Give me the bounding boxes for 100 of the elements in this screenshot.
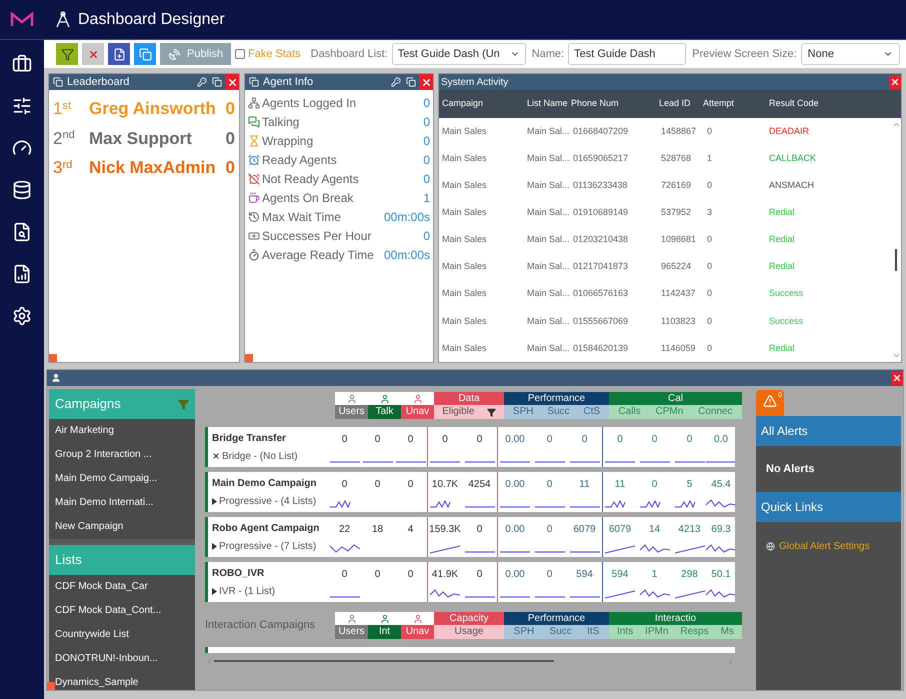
stat-value: 0 [423,114,430,130]
duplicate-icon[interactable] [406,77,416,87]
logo-icon [10,12,34,28]
checkbox[interactable] [235,49,246,59]
key-icon[interactable] [391,77,401,87]
agent-score: 0 [226,128,235,150]
arrow-up-icon[interactable] [892,120,900,129]
list-item[interactable]: CDF Mock Data_Cont... [49,599,195,623]
column-header: Phone Num [571,97,620,110]
campaign-row[interactable]: Main Demo Campaign Progressive - (4 Lists) 0 0 0 10.7K 4254 0.00 0 11 11 0 5 45.4 [205,472,735,512]
table-cell-text: 726169 [660,179,692,192]
filter-icon[interactable] [486,408,496,416]
dial-mode: Progressive - (4 Lists) [219,494,316,508]
sparkline [330,543,360,555]
campaign-name: Main Demo Campaign [212,476,318,490]
section-title: Quick Links [761,499,824,516]
settings-icon[interactable] [12,306,32,326]
resize-handle[interactable] [245,354,253,362]
sparkline [674,543,704,555]
stat-value: 0 [652,433,658,447]
table-cell-text: Redial [769,206,796,220]
window-icon [249,77,259,87]
table-cell-text: 3 [706,206,714,220]
stat-value: 0 [423,170,430,188]
settings-link[interactable]: Global Alert Settings [766,538,870,554]
sparkline [430,588,460,600]
stat-label: Ready Agents [262,152,338,168]
warning-icon [763,394,777,408]
stat-value: 41.9K [432,568,458,582]
app-title: Dashboard Designer [78,10,225,30]
history-icon [248,210,260,222]
arrow-down-icon[interactable] [892,351,900,360]
caret-icon[interactable] [212,498,217,504]
resize-handle[interactable] [47,682,55,690]
campaign-row[interactable]: ROBO_IVR IVR - (1 List) 0 0 0 41.9K 0 0.00 0 594 594 1 298 50.1 [205,562,735,602]
column-header: List Name [527,97,569,110]
briefcase-icon[interactable] [12,54,32,74]
list-item[interactable]: New Campaign [49,515,195,539]
sliders-icon[interactable] [12,96,32,116]
campaign-row[interactable]: Bridge Transfer Bridge - (No List) 0 0 0 0 0 0.00 0 0 0 0 0 0.0 [205,427,735,467]
close-button[interactable] [889,75,901,89]
list-item[interactable]: DONOTRUN!-Inboun... [49,647,195,671]
copy-button[interactable] [134,43,156,65]
column-header: Unav [401,625,434,639]
close-icon [420,76,432,88]
column-header: Unav [401,405,434,419]
stat-value: 0 [546,523,552,537]
stat-value: 0 [546,433,552,447]
table-cell-text: Main Sales [441,260,488,274]
stat-label: Not Ready Agents [262,170,360,188]
table-cell-text: 0 [706,342,714,355]
table-cell-text: 1098681 [660,233,698,246]
stat-value: 00m:00s [384,208,430,226]
key-icon[interactable] [197,77,207,87]
report-icon[interactable] [12,264,32,284]
column-header: Eligible [442,407,474,417]
filter-button[interactable] [56,43,78,65]
dial-mode: Bridge - (No List) [222,450,298,464]
list-item[interactable]: Main Demo Internati... [49,491,195,515]
caret-icon[interactable] [212,542,217,550]
duplicate-icon[interactable] [212,77,222,87]
list-item[interactable]: Group 2 Interaction ... [49,443,195,467]
table-cell-text: 01217041873 [572,260,630,274]
stat-value: 69.3 [711,523,731,537]
field-label: Preview Screen Size: [692,46,797,62]
table-cell-text: 01584620139 [572,342,630,355]
list-item[interactable]: CDF Mock Data_Car [49,575,195,599]
database-icon[interactable] [12,180,32,200]
clear-button[interactable] [82,43,104,65]
sparkline [430,543,460,555]
designer-icon [54,10,72,28]
sparkline [570,551,600,553]
list-item[interactable]: Countrywide List [49,623,195,647]
list-item[interactable]: Dynamics_Sample [49,671,195,695]
stat-label: Agents On Break [262,190,354,206]
campaign-row[interactable]: Robo Agent Campaign Progressive - (7 Lists) 22 18 4 159.3K 0 0.00 0 6079 6079 14 4213 69.3 [205,517,735,557]
close-button[interactable] [419,74,433,90]
screen-size-select[interactable]: None [800,43,900,65]
new-file-button[interactable] [108,43,130,65]
table-cell-text: Redial [769,233,796,246]
table-cell-text: Main Sales [441,152,488,165]
table-cell-text: 01203210438 [572,233,630,246]
resize-handle[interactable] [49,354,57,362]
dashboard-select[interactable]: Test Guide Dash (Un [392,43,526,65]
caret-icon[interactable] [212,588,217,594]
stat-value: 14 [648,523,660,537]
close-button[interactable] [225,74,239,90]
file-plus-icon [112,48,126,60]
file-search-icon[interactable] [12,222,32,242]
rank-label: 2$^{nd}$ [53,128,76,150]
table-cell-text: ANSMACH [769,179,816,192]
close-button[interactable] [891,371,903,385]
name-input[interactable]: Test Guide Dash [568,43,686,65]
table-cell-text: Main Sal... [527,342,571,355]
table-cell-text: 0 [706,179,714,192]
table-cell-text: 537952 [660,206,692,220]
table-cell-text: Main Sales [441,287,488,300]
list-item[interactable]: Air Marketing [49,419,195,443]
stat-value: 1 [423,190,430,206]
list-item[interactable]: Main Demo Campaig... [49,467,195,491]
